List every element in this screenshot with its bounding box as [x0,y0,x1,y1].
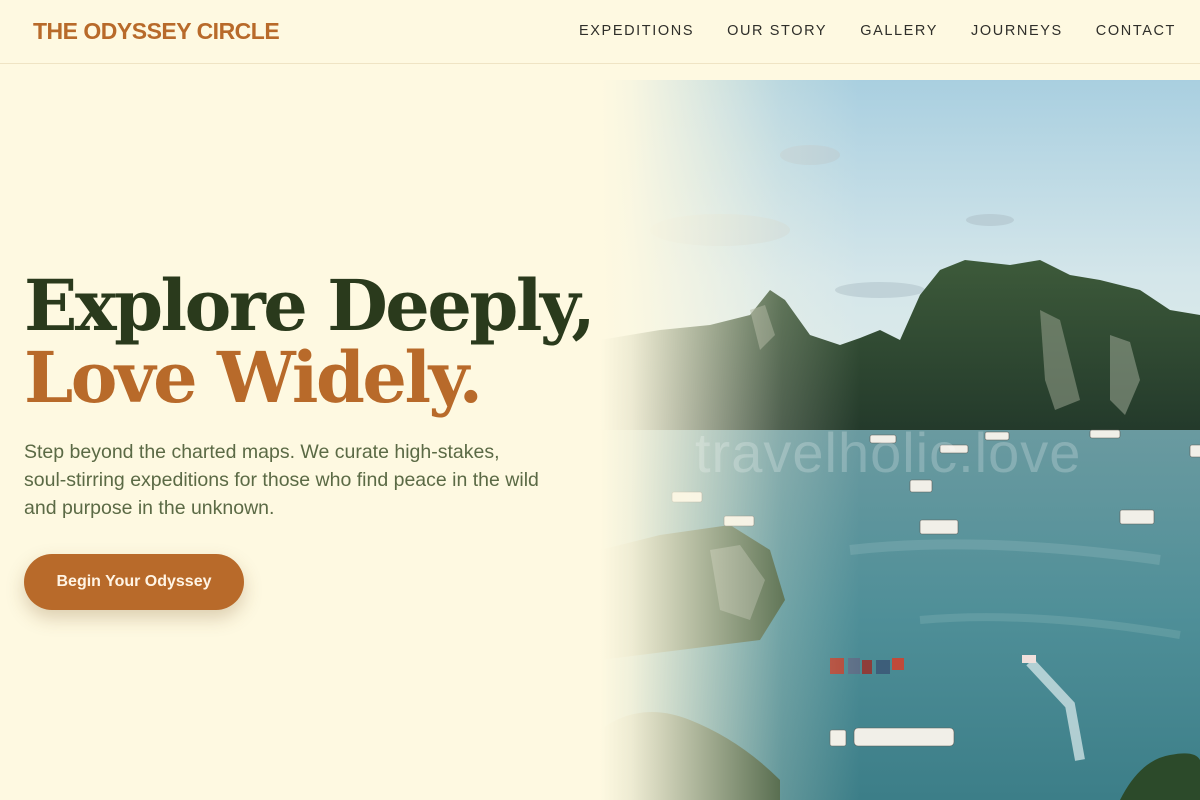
watermark-text: travelholic.love [695,421,1082,484]
nav-link-contact[interactable]: CONTACT [1096,23,1176,39]
begin-odyssey-button[interactable]: Begin Your Odyssey [24,554,244,610]
nav-link-expeditions[interactable]: EXPEDITIONS [579,23,694,39]
nav-link-journeys[interactable]: JOURNEYS [971,23,1063,39]
hero-subtitle: Step beyond the charted maps. We curate … [24,441,539,519]
nav-link-gallery[interactable]: GALLERY [860,23,938,39]
nav-link-our-story[interactable]: OUR STORY [727,23,827,39]
hero-title-line2: Love Widely. [24,336,483,419]
main-nav: EXPEDITIONS OUR STORY GALLERY JOURNEYS C… [579,22,1176,40]
hero-title: Explore Deeply, Love Widely. [24,264,596,419]
hero-title-line1: Explore Deeply, [24,264,596,347]
nav-item-gallery: GALLERY [860,22,938,40]
nav-item-contact: CONTACT [1096,22,1176,40]
nav-item-expeditions: EXPEDITIONS [579,22,694,40]
site-header: THE ODYSSEY CIRCLE EXPEDITIONS OUR STORY… [0,0,1200,64]
hero-image: travelholic.love [600,80,1200,800]
nav-item-journeys: JOURNEYS [971,22,1063,40]
brand-logo[interactable]: THE ODYSSEY CIRCLE [33,18,280,45]
nav-item-our-story: OUR STORY [727,22,827,40]
